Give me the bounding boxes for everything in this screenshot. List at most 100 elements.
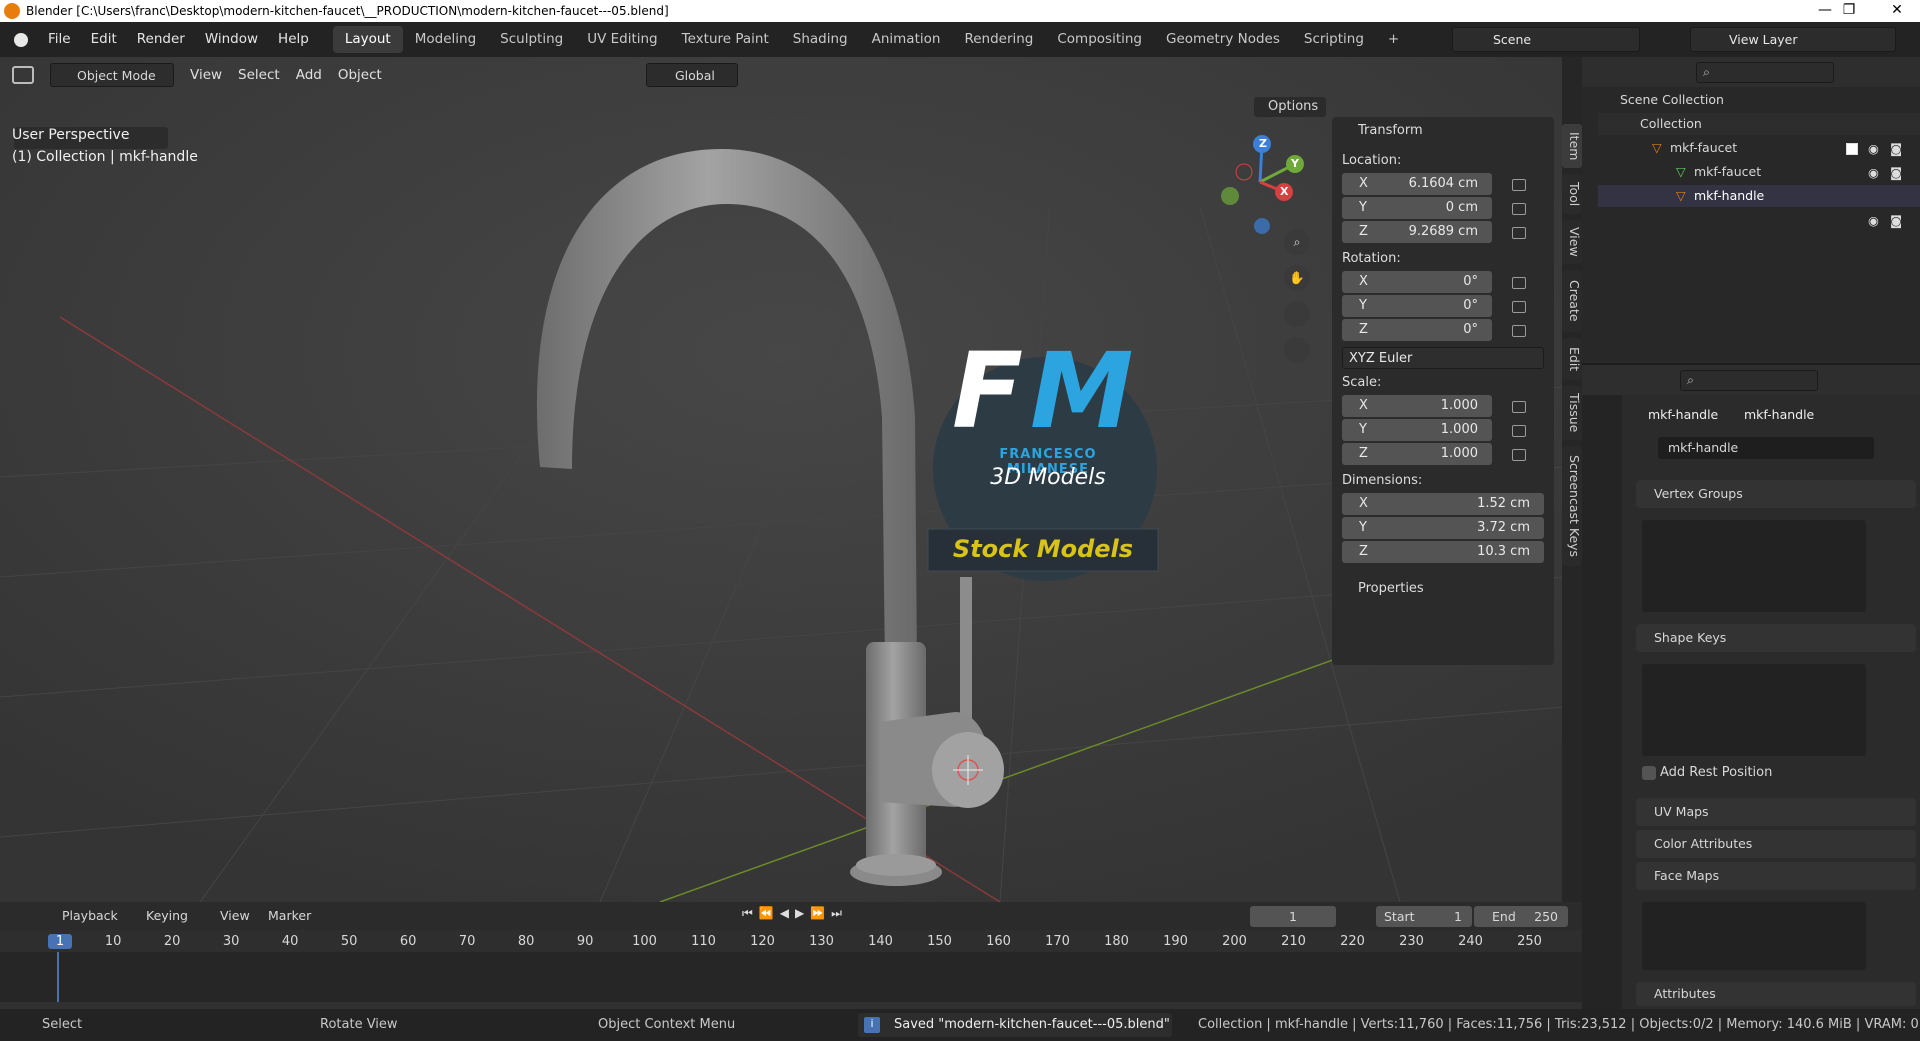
tab-layout[interactable]: Layout bbox=[332, 26, 403, 53]
3d-viewport[interactable]: F M FRANCESCO MILANESE 3D Models Stock M… bbox=[0, 57, 1564, 902]
lock-icon[interactable] bbox=[1512, 425, 1526, 437]
lock-icon[interactable] bbox=[1512, 179, 1526, 191]
tab-rendering[interactable]: Rendering bbox=[952, 26, 1045, 53]
sidebar-tab-create[interactable]: Create bbox=[1562, 270, 1582, 332]
add-rest-position-checkbox[interactable] bbox=[1642, 766, 1656, 780]
tab-uv-editing[interactable]: UV Editing bbox=[575, 26, 669, 53]
eye-icon[interactable]: ◉ bbox=[1868, 165, 1879, 180]
options-button[interactable]: Options bbox=[1254, 97, 1326, 117]
transform-header[interactable]: Transform bbox=[1358, 123, 1423, 138]
menu-marker[interactable]: Marker bbox=[268, 908, 311, 923]
face-maps-list[interactable] bbox=[1642, 902, 1866, 970]
dimensions-z-field[interactable]: Z 10.3 cm bbox=[1342, 541, 1544, 563]
view-layer-name: View Layer bbox=[1729, 32, 1798, 47]
sidebar-tab-edit[interactable]: Edit bbox=[1562, 338, 1582, 380]
sidebar-tab-screencast-keys[interactable]: Screencast Keys bbox=[1562, 446, 1582, 566]
eye-icon[interactable]: ◉ bbox=[1868, 213, 1879, 228]
current-frame-field[interactable]: 1 bbox=[1250, 906, 1336, 927]
location-x-field[interactable]: X 6.1604 cm bbox=[1342, 173, 1492, 195]
end-frame-field[interactable]: End 250 bbox=[1474, 906, 1568, 927]
tab-animation[interactable]: Animation bbox=[860, 26, 953, 53]
properties-subpanel-header[interactable]: Properties bbox=[1358, 581, 1424, 596]
sidebar-tab-tissue[interactable]: Tissue bbox=[1562, 386, 1582, 440]
rotation-mode-dropdown[interactable]: XYZ Euler bbox=[1342, 347, 1544, 369]
scene-selector[interactable]: Scene bbox=[1452, 27, 1640, 52]
lock-icon[interactable] bbox=[1512, 203, 1526, 215]
panel-uv-maps[interactable]: UV Maps bbox=[1636, 798, 1916, 826]
mesh-name-field[interactable]: mkf-handle bbox=[1658, 437, 1874, 459]
menu-render[interactable]: Render bbox=[127, 22, 195, 57]
camera-render-icon[interactable]: ◙ bbox=[1890, 213, 1902, 228]
tab-geometry-nodes[interactable]: Geometry Nodes bbox=[1154, 26, 1292, 53]
menu-help[interactable]: Help bbox=[268, 22, 319, 57]
outliner-row-mkf-handle[interactable]: ▽ mkf-handle bbox=[1598, 185, 1920, 207]
location-y-field[interactable]: Y0 cm bbox=[1342, 197, 1492, 219]
scale-y-field[interactable]: Y 1.000 bbox=[1342, 419, 1492, 441]
tab-shading[interactable]: Shading bbox=[781, 26, 860, 53]
rotation-x-field[interactable]: X 0° bbox=[1342, 271, 1492, 293]
dimensions-x-field[interactable]: X 1.52 cm bbox=[1342, 493, 1544, 515]
tab-texture-paint[interactable]: Texture Paint bbox=[670, 26, 781, 53]
menu-playback[interactable]: Playback bbox=[62, 908, 118, 923]
panel-face-maps[interactable]: Face Maps bbox=[1636, 862, 1916, 890]
lock-icon[interactable] bbox=[1512, 277, 1526, 289]
editor-type-icon[interactable] bbox=[12, 66, 34, 84]
close-button[interactable]: ✕ bbox=[1874, 0, 1920, 22]
vertex-groups-list[interactable] bbox=[1642, 520, 1866, 612]
scale-x-field[interactable]: X 1.000 bbox=[1342, 395, 1492, 417]
location-z-field[interactable]: Z 9.2689 cm bbox=[1342, 221, 1492, 243]
scale-z-field[interactable]: Z 1.000 bbox=[1342, 443, 1492, 465]
sidebar-tab-item[interactable]: Item bbox=[1562, 124, 1582, 168]
eye-icon[interactable]: ◉ bbox=[1868, 141, 1879, 156]
menu-select[interactable]: Select bbox=[230, 67, 288, 83]
camera-render-icon[interactable]: ◙ bbox=[1890, 141, 1902, 156]
lock-icon[interactable] bbox=[1512, 325, 1526, 337]
lock-icon[interactable] bbox=[1512, 227, 1526, 239]
lock-icon[interactable] bbox=[1512, 449, 1526, 461]
sidebar-tab-view[interactable]: View bbox=[1562, 220, 1582, 264]
tab-modeling[interactable]: Modeling bbox=[403, 26, 488, 53]
zoom-icon[interactable]: ⌕ bbox=[1284, 229, 1310, 255]
mode-selector[interactable]: Object Mode bbox=[50, 63, 174, 87]
orientation-selector[interactable]: Global bbox=[646, 63, 738, 87]
tab-scripting[interactable]: Scripting bbox=[1292, 26, 1376, 53]
add-workspace-button[interactable]: + bbox=[1376, 26, 1411, 53]
menu-window[interactable]: Window bbox=[195, 22, 268, 57]
properties-search-input[interactable]: ⌕ bbox=[1680, 370, 1818, 391]
dimensions-y-field[interactable]: Y 3.72 cm bbox=[1342, 517, 1544, 539]
lock-icon[interactable] bbox=[1512, 301, 1526, 313]
panel-color-attributes[interactable]: Color Attributes bbox=[1636, 830, 1916, 858]
shape-keys-list[interactable] bbox=[1642, 664, 1866, 756]
panel-shape-keys[interactable]: Shape Keys bbox=[1636, 624, 1916, 652]
exclude-checkbox[interactable] bbox=[1846, 143, 1858, 155]
status-saved-report[interactable]: i Saved "modern-kitchen-faucet---05.blen… bbox=[858, 1013, 1172, 1037]
blender-menu-icon[interactable] bbox=[14, 32, 28, 47]
lock-icon[interactable] bbox=[1512, 401, 1526, 413]
tab-compositing[interactable]: Compositing bbox=[1045, 26, 1154, 53]
menu-object[interactable]: Object bbox=[330, 67, 390, 83]
camera-icon[interactable] bbox=[1284, 301, 1310, 327]
menu-add[interactable]: Add bbox=[288, 67, 330, 83]
panel-vertex-groups[interactable]: Vertex Groups bbox=[1636, 480, 1916, 508]
outliner-row-scene-collection[interactable]: Scene Collection bbox=[1598, 89, 1920, 111]
grid-view-icon[interactable] bbox=[1284, 337, 1310, 363]
sidebar-tab-tool[interactable]: Tool bbox=[1562, 174, 1582, 214]
rotation-z-field[interactable]: Z 0° bbox=[1342, 319, 1492, 341]
pan-hand-icon[interactable]: ✋ bbox=[1284, 265, 1310, 291]
menu-view[interactable]: View bbox=[182, 67, 230, 83]
tab-sculpting[interactable]: Sculpting bbox=[488, 26, 575, 53]
panel-attributes[interactable]: Attributes bbox=[1636, 982, 1916, 1006]
rotation-y-field[interactable]: Y 0° bbox=[1342, 295, 1492, 317]
menu-timeline-view[interactable]: View bbox=[220, 908, 250, 923]
view-layer-selector[interactable]: View Layer bbox=[1690, 27, 1896, 52]
playback-controls[interactable]: ⏮⏪◀▶⏩⏭ bbox=[738, 906, 878, 926]
camera-render-icon[interactable]: ◙ bbox=[1890, 165, 1902, 180]
timeline-keyframes-area[interactable] bbox=[0, 952, 1582, 1002]
outliner-search-input[interactable]: ⌕ bbox=[1696, 62, 1834, 83]
menu-keying[interactable]: Keying bbox=[146, 908, 188, 923]
menu-edit[interactable]: Edit bbox=[81, 22, 127, 57]
maximize-button[interactable]: ❐ bbox=[1826, 0, 1872, 22]
menu-file[interactable]: File bbox=[38, 22, 81, 57]
start-frame-field[interactable]: Start 1 bbox=[1376, 906, 1472, 927]
outliner-row-collection[interactable]: Collection bbox=[1598, 113, 1920, 135]
